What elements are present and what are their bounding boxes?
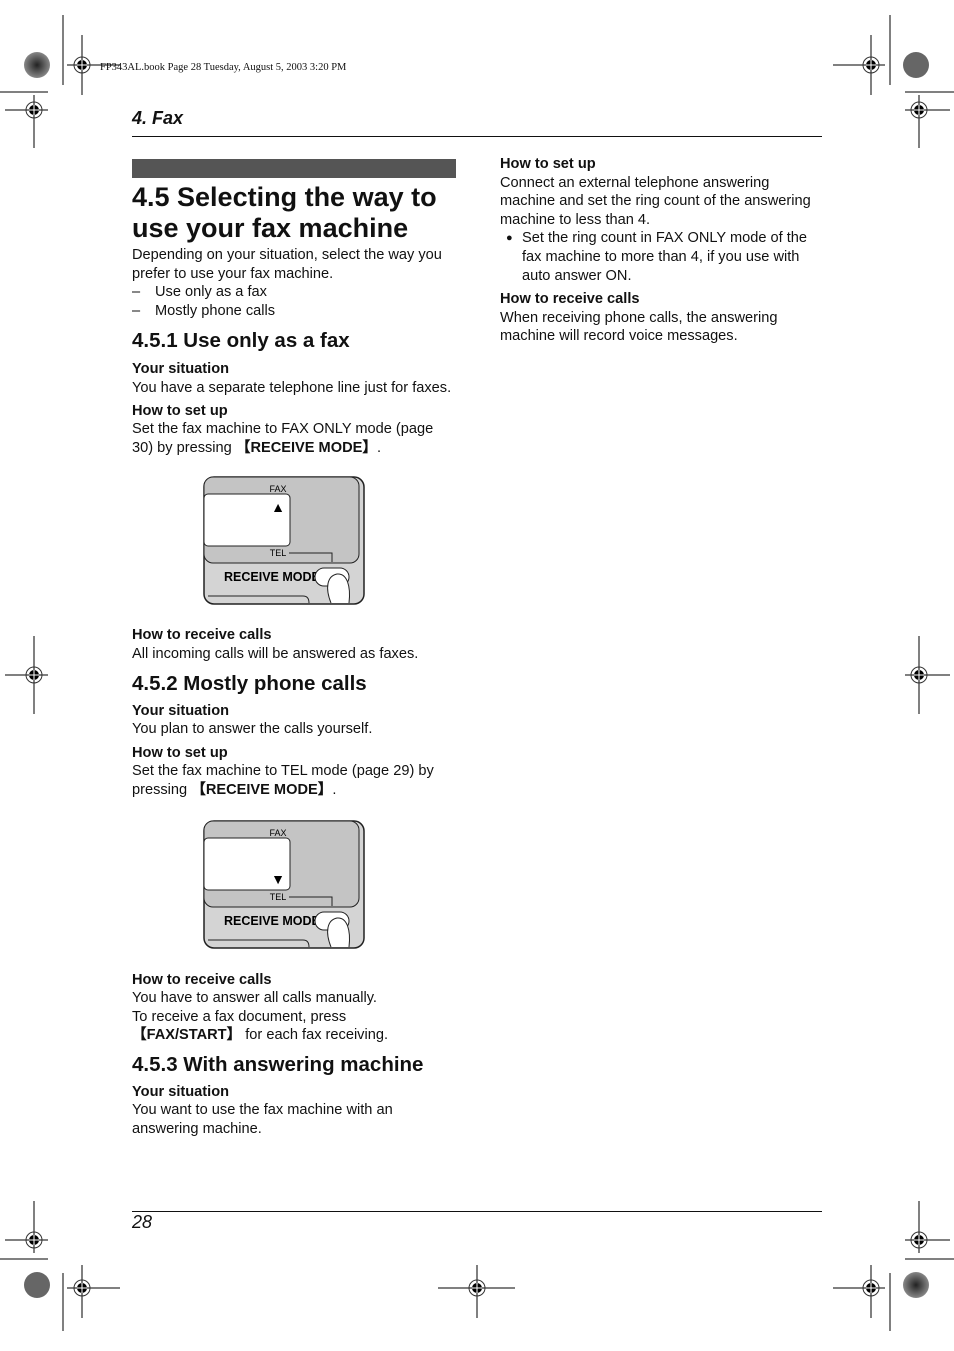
receive-mode-panel-figure-fax: FAX ▲ TEL RECEIVE MODE bbox=[203, 476, 365, 606]
finger-icon bbox=[327, 916, 350, 947]
color-target-icon bbox=[24, 52, 50, 78]
receive-mode-label: RECEIVE MODE bbox=[224, 914, 320, 928]
panel-illustration: FAX ▼ TEL RECEIVE MODE bbox=[203, 819, 365, 949]
label-your-situation: Your situation bbox=[132, 1083, 230, 1100]
panel-illustration: FAX ▲ TEL RECEIVE MODE bbox=[203, 476, 365, 606]
setup-text: Set the fax machine to FAX ONLY mode (pa… bbox=[132, 421, 434, 456]
fax-label: FAX bbox=[269, 484, 286, 494]
mode-indicator-down-icon: ▼ bbox=[271, 871, 285, 887]
color-target-icon bbox=[24, 1272, 50, 1298]
situation-text: You want to use the fax machine with an … bbox=[132, 1102, 393, 1138]
intro-text: Depending on your situation, select the … bbox=[132, 247, 442, 282]
label-how-to-receive-calls: How to receive calls bbox=[132, 971, 272, 988]
receive-fax-text: To receive a fax document, press 【FAX/ST… bbox=[132, 1008, 389, 1044]
fax-start-key: 【FAX/START】 bbox=[132, 1027, 242, 1044]
section-bar bbox=[132, 159, 456, 178]
receive-mode-panel-figure-tel: FAX ▼ TEL RECEIVE MODE bbox=[203, 819, 365, 950]
bullet-icon: ● bbox=[506, 232, 513, 245]
label-how-to-set-up: How to set up bbox=[132, 402, 228, 419]
fax-label: FAX bbox=[269, 828, 286, 838]
receive-text: When receiving phone calls, the answerin… bbox=[500, 309, 778, 345]
footer-rule bbox=[132, 1211, 822, 1212]
situation-text: You plan to answer the calls yourself. bbox=[132, 721, 373, 738]
label-how-to-receive-calls: How to receive calls bbox=[132, 627, 272, 644]
color-target-icon bbox=[903, 1272, 929, 1298]
label-your-situation: Your situation bbox=[132, 361, 230, 378]
mode-indicator-up-icon: ▲ bbox=[271, 499, 285, 515]
label-how-to-set-up: How to set up bbox=[500, 156, 596, 172]
receive-mode-key: 【RECEIVE MODE】 bbox=[235, 439, 377, 456]
list-item: – Use only as a fax bbox=[132, 284, 267, 301]
chapter-header: 4. Fax bbox=[132, 108, 184, 128]
label-how-to-receive-calls: How to receive calls bbox=[500, 291, 640, 308]
list-item: – Mostly phone calls bbox=[132, 302, 276, 319]
list-item: ● Set the ring count in FAX ONLY mode of… bbox=[500, 229, 824, 285]
color-target-icon bbox=[903, 52, 929, 78]
subsection-heading: 4.5.1 Use only as a fax bbox=[132, 329, 350, 353]
section-title: 4.5 Selecting the way to use your fax ma… bbox=[132, 182, 437, 243]
subsection-heading: 4.5.3 With answering machine bbox=[132, 1052, 424, 1076]
receive-mode-key: 【RECEIVE MODE】 bbox=[191, 781, 333, 798]
receive-text: You have to answer all calls manually. bbox=[132, 990, 377, 1007]
situation-text: You have a separate telephone line just … bbox=[132, 379, 452, 396]
label-how-to-set-up: How to set up bbox=[132, 744, 228, 761]
label-your-situation: Your situation bbox=[132, 702, 230, 719]
subsection-heading: 4.5.2 Mostly phone calls bbox=[132, 671, 367, 695]
setup-text: Set the fax machine to TEL mode (page 29… bbox=[132, 763, 434, 798]
print-slug: FP343AL.book Page 28 Tuesday, August 5, … bbox=[100, 62, 347, 73]
receive-text: All incoming calls will be answered as f… bbox=[132, 645, 419, 662]
finger-icon bbox=[327, 573, 350, 604]
tel-label: TEL bbox=[270, 892, 287, 902]
page-number: 28 bbox=[132, 1212, 153, 1232]
right-column: How to set up Connect an external teleph… bbox=[500, 155, 824, 346]
tel-label: TEL bbox=[270, 548, 287, 558]
setup-text: Connect an external telephone answering … bbox=[500, 174, 811, 228]
header-rule bbox=[132, 136, 822, 137]
receive-mode-label: RECEIVE MODE bbox=[224, 570, 320, 584]
left-column: 4.5 Selecting the way to use your fax ma… bbox=[132, 159, 456, 1139]
